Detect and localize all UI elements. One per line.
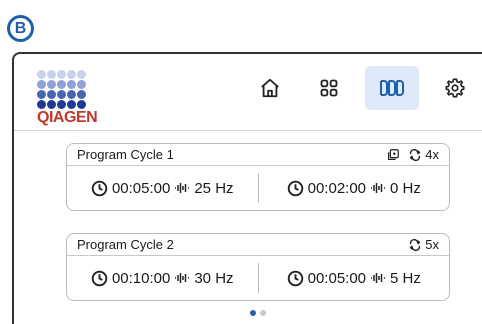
cycle-step[interactable]: 00:05:00 25 Hz <box>67 180 258 197</box>
clock-icon <box>91 270 108 286</box>
nav-settings-button[interactable] <box>428 66 482 110</box>
program-cycle-card-1[interactable]: Program Cycle 1 4x 00:05:00 25 Hz 00:02:… <box>66 143 450 211</box>
panel-label: B <box>10 18 31 39</box>
step-frequency: 30 Hz <box>194 269 234 287</box>
top-bar: QIAGEN <box>14 54 482 131</box>
nav-program-button[interactable] <box>365 66 419 110</box>
repeat-icon <box>409 148 421 161</box>
repeat-count: 4x <box>425 147 439 162</box>
device-screen: QIAGEN Program Cycle 1 4x 00:05:00 25 Hz… <box>12 52 482 324</box>
step-duration: 00:10:00 <box>111 269 171 287</box>
cycle-title: Program Cycle 1 <box>77 147 174 162</box>
queue-icon <box>388 148 400 160</box>
step-duration: 00:05:00 <box>111 179 171 197</box>
cycle-step[interactable]: 00:02:00 0 Hz <box>259 180 450 197</box>
step-duration: 00:02:00 <box>307 179 367 197</box>
vibration-icon <box>175 183 190 193</box>
repeat-count: 5x <box>425 237 439 252</box>
repeat-icon <box>409 238 421 251</box>
cycle-header: Program Cycle 2 5x <box>67 234 449 256</box>
page-indicator[interactable] <box>250 310 266 316</box>
vibration-icon <box>371 183 386 193</box>
cycle-step[interactable]: 00:10:00 30 Hz <box>67 270 258 287</box>
cycle-header: Program Cycle 1 4x <box>67 144 449 166</box>
vibration-icon <box>371 273 386 283</box>
grid-icon <box>320 79 338 97</box>
clock-icon <box>91 180 108 196</box>
qiagen-logo: QIAGEN <box>37 70 127 126</box>
program-icon <box>380 80 404 96</box>
clock-icon <box>287 180 303 196</box>
logo-wordmark: QIAGEN <box>37 109 98 126</box>
cycle-title: Program Cycle 2 <box>77 237 174 252</box>
page-dot-active[interactable] <box>250 310 256 316</box>
clock-icon <box>287 270 303 286</box>
nav-home-button[interactable] <box>243 66 297 110</box>
nav-grid-button[interactable] <box>302 66 356 110</box>
panel-label-badge: B <box>7 15 34 42</box>
page-dot[interactable] <box>260 310 266 316</box>
step-frequency: 5 Hz <box>390 269 421 287</box>
vibration-icon <box>175 273 190 283</box>
step-frequency: 25 Hz <box>194 179 234 197</box>
home-icon <box>261 78 279 98</box>
program-cycle-card-2[interactable]: Program Cycle 2 5x 00:10:00 30 Hz 00:05:… <box>66 233 450 301</box>
gear-icon <box>445 78 465 98</box>
logo-dot-grid <box>37 70 127 109</box>
step-duration: 00:05:00 <box>307 269 367 287</box>
step-frequency: 0 Hz <box>390 179 421 197</box>
cycle-step[interactable]: 00:05:00 5 Hz <box>259 270 450 287</box>
